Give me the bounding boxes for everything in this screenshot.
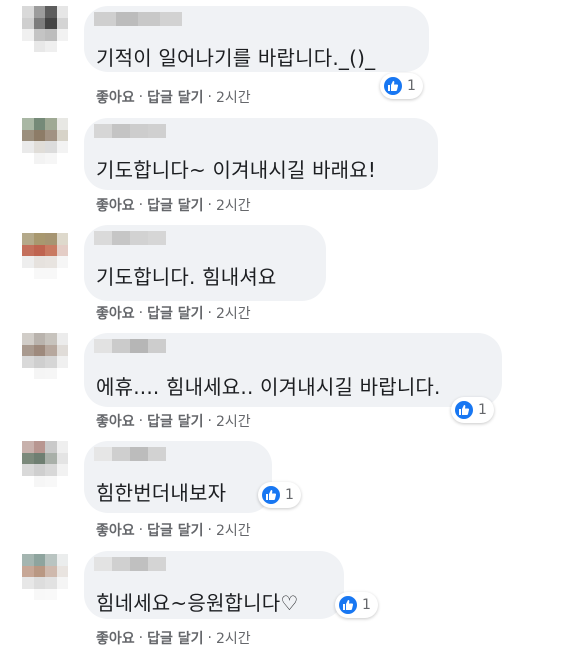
comment-list: 기적이 일어나기를 바랍니다._()_ 1 좋아요 · 답글 달기 · 2시간 (0, 0, 572, 656)
separator: · (138, 305, 144, 321)
separator: · (207, 305, 212, 321)
comment-actions: 좋아요 · 답글 달기 · 2시간 (96, 303, 251, 323)
separator: · (207, 197, 212, 213)
reaction-badge[interactable]: 1 (380, 73, 423, 99)
comment-actions: 좋아요 · 답글 달기 · 2시간 (96, 411, 251, 431)
reply-button[interactable]: 답글 달기 (147, 195, 203, 215)
avatar[interactable] (22, 233, 68, 279)
avatar[interactable] (22, 118, 68, 164)
timestamp[interactable]: 2시간 (216, 87, 251, 107)
thumbs-up-icon (383, 76, 403, 96)
author-name[interactable] (94, 339, 166, 353)
reaction-count: 1 (362, 597, 371, 613)
reaction-count: 1 (407, 78, 416, 94)
comment-text: 에휴.... 힘내세요.. 이겨내시길 바랍니다. (96, 375, 441, 399)
author-name[interactable] (94, 557, 166, 571)
separator: · (207, 522, 212, 538)
reaction-badge[interactable]: 1 (335, 592, 378, 618)
comment-bubble: 기적이 일어나기를 바랍니다._()_ (84, 6, 429, 72)
like-button[interactable]: 좋아요 (96, 87, 135, 107)
separator: · (138, 630, 144, 646)
author-name[interactable] (94, 124, 166, 138)
avatar[interactable] (22, 6, 68, 52)
comment-actions: 좋아요 · 답글 달기 · 2시간 (96, 628, 251, 648)
separator: · (207, 413, 212, 429)
separator: · (138, 197, 144, 213)
reply-button[interactable]: 답글 달기 (147, 411, 203, 431)
like-button[interactable]: 좋아요 (96, 520, 135, 540)
comment-text: 힘한번더내보자 (96, 481, 227, 505)
thumbs-up-icon (454, 400, 474, 420)
reaction-count: 1 (478, 402, 487, 418)
timestamp[interactable]: 2시간 (216, 303, 251, 323)
author-name[interactable] (94, 231, 166, 245)
comment-text: 힘네세요~응원합니다♡ (96, 591, 299, 615)
timestamp[interactable]: 2시간 (216, 628, 251, 648)
like-button[interactable]: 좋아요 (96, 195, 135, 215)
comment-actions: 좋아요 · 답글 달기 · 2시간 (96, 87, 251, 107)
comment-bubble: 에휴.... 힘내세요.. 이겨내시길 바랍니다. (84, 333, 502, 407)
reply-button[interactable]: 답글 달기 (147, 87, 203, 107)
timestamp[interactable]: 2시간 (216, 195, 251, 215)
reply-button[interactable]: 답글 달기 (147, 520, 203, 540)
reply-button[interactable]: 답글 달기 (147, 303, 203, 323)
comment-bubble: 힘네세요~응원합니다♡ (84, 551, 344, 619)
avatar[interactable] (22, 554, 68, 600)
thumbs-up-icon (261, 485, 281, 505)
reaction-count: 1 (285, 487, 294, 503)
reply-button[interactable]: 답글 달기 (147, 628, 203, 648)
separator: · (207, 630, 212, 646)
author-name[interactable] (94, 12, 182, 26)
like-button[interactable]: 좋아요 (96, 411, 135, 431)
comment-text: 기도합니다. 힘내셔요 (96, 265, 277, 289)
comment-bubble: 기도합니다~ 이겨내시길 바래요! (84, 118, 438, 190)
thumbs-up-icon (338, 595, 358, 615)
reaction-badge[interactable]: 1 (258, 482, 301, 508)
separator: · (138, 89, 144, 105)
avatar[interactable] (22, 333, 68, 379)
separator: · (138, 522, 144, 538)
like-button[interactable]: 좋아요 (96, 628, 135, 648)
separator: · (138, 413, 144, 429)
reaction-badge[interactable]: 1 (451, 397, 494, 423)
comment-actions: 좋아요 · 답글 달기 · 2시간 (96, 195, 251, 215)
comment-actions: 좋아요 · 답글 달기 · 2시간 (96, 520, 251, 540)
comment-bubble: 힘한번더내보자 (84, 441, 272, 513)
author-name[interactable] (94, 447, 166, 461)
comment-text: 기도합니다~ 이겨내시길 바래요! (96, 158, 377, 182)
comment-bubble: 기도합니다. 힘내셔요 (84, 225, 326, 301)
timestamp[interactable]: 2시간 (216, 520, 251, 540)
like-button[interactable]: 좋아요 (96, 303, 135, 323)
avatar[interactable] (22, 441, 68, 487)
separator: · (207, 89, 212, 105)
timestamp[interactable]: 2시간 (216, 411, 251, 431)
comment-text: 기적이 일어나기를 바랍니다._()_ (96, 46, 376, 70)
